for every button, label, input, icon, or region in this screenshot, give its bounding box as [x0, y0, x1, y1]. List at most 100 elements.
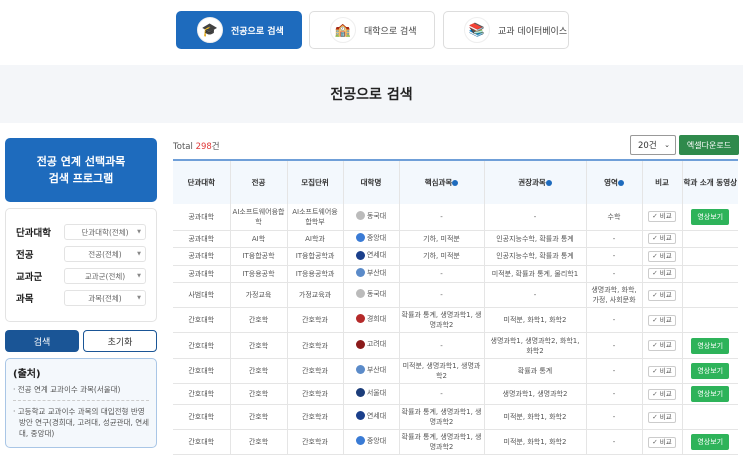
college-select[interactable]: 단과대학(전체) ▼ — [64, 224, 146, 240]
core-subjects-cell: 확률과 통계, 생명과학1, 생명과학2 — [398, 404, 484, 430]
university: 연세대 — [355, 250, 387, 260]
university-name: 연세대 — [366, 251, 387, 259]
help-icon[interactable] — [452, 180, 459, 186]
column-header-label: 단과대학 — [187, 178, 216, 187]
select-value: 전공(전체) — [88, 249, 122, 259]
table-row: 간호대학 간호학 간호학과 중앙대 확률과 통계, 생명과학1, 생명과학2 미적분, 화… — [173, 429, 738, 455]
graduation-cap-icon: 🎓 — [197, 17, 223, 43]
excel-download-button[interactable]: 엑셀다운로드 — [679, 135, 739, 155]
total-prefix: Total — [173, 142, 196, 152]
university-cell: 동국대 — [342, 282, 399, 308]
compare-button[interactable]: ✓ 비교 — [648, 289, 676, 301]
compare-button[interactable]: ✓ 비교 — [648, 365, 676, 377]
university-name: 동국대 — [366, 211, 387, 220]
recommended-subjects-cell: 미적분, 확률과 통계, 물리학1 — [483, 265, 586, 283]
filter-label-major: 전공 — [16, 250, 34, 261]
source-text: 전공 연계 교과이수 과목(서울대) — [17, 385, 121, 394]
compare-cell: ✓ 비교 — [641, 404, 682, 430]
major-cell: 간호학 — [229, 404, 287, 430]
university: 부산대 — [355, 268, 386, 278]
search-button[interactable]: 검색 — [5, 330, 79, 352]
university-cell: 고려대 — [342, 332, 399, 359]
compare-button[interactable]: ✓ 비교 — [648, 211, 676, 223]
table-row: 간호대학 간호학 간호학과 서울대 - 생명과학1, 생명과학2- ✓ 비교 영상보기 — [173, 383, 738, 405]
compare-button[interactable]: ✓ 비교 — [648, 340, 676, 351]
column-header: 비교 — [641, 160, 682, 204]
university-name: 동국대 — [366, 289, 387, 298]
core-subjects-cell: 기하, 미적분 — [398, 230, 484, 248]
university: 서울대 — [355, 388, 386, 398]
column-header: 권장과목 — [483, 160, 586, 204]
subject-group-select[interactable]: 교과군(전체) ▼ — [64, 268, 146, 284]
major-cell: AI학 — [229, 230, 287, 248]
watch-video-button[interactable]: 영상보기 — [691, 386, 730, 402]
compare-cell: ✓ 비교 — [641, 204, 682, 231]
compare-cell: ✓ 비교 — [641, 383, 682, 405]
help-icon[interactable] — [617, 180, 624, 186]
column-header-label: 영역 — [604, 178, 618, 187]
column-header: 대학명 — [342, 160, 399, 204]
compare-button[interactable]: ✓ 비교 — [648, 411, 676, 423]
core-subjects-cell: - — [398, 204, 484, 231]
column-header: 핵심과목 — [398, 160, 484, 204]
column-header-label: 대학명 — [360, 178, 382, 187]
recommended-subjects-cell: 미적분, 화학1, 화학2 — [483, 429, 586, 455]
help-icon[interactable] — [545, 180, 552, 186]
compare-button[interactable]: ✓ 비교 — [648, 388, 676, 400]
table-row: 공과대학 IT융합공학 IT융합공학과 연세대 기하, 미적분 인공지능수학, 확률과 통… — [173, 247, 738, 266]
unit-cell: AI소프트웨어융합학부 — [286, 204, 343, 231]
program-title-line: 검색 프로그램 — [48, 172, 114, 185]
university-name: 중앙대 — [366, 233, 387, 242]
compare-button[interactable]: ✓ 비교 — [648, 314, 676, 326]
university-logo-icon — [355, 289, 365, 299]
major-cell: 간호학 — [229, 332, 287, 359]
university-logo-icon — [355, 268, 365, 277]
compare-button[interactable]: ✓ 비교 — [648, 268, 676, 280]
video-cell — [681, 404, 738, 430]
compare-button[interactable]: ✓ 비교 — [648, 233, 676, 245]
total-count: Total 298건 — [173, 140, 220, 152]
sidebar: 전공 연계 선택과목 검색 프로그램 단과대학 단과대학(전체) ▼ 전공 전공(전체)… — [5, 138, 157, 448]
college-cell: 간호대학 — [173, 429, 230, 455]
unit-cell: 간호학과 — [286, 358, 343, 384]
nav-subject-database[interactable]: 📚 교과 데이터베이스 — [443, 11, 569, 49]
subject-select[interactable]: 과목(전체) ▼ — [64, 290, 146, 306]
chevron-down-icon: ⌄ — [664, 141, 670, 149]
video-cell: 영상보기 — [681, 204, 738, 231]
major-select[interactable]: 전공(전체) ▼ — [64, 246, 146, 262]
compare-button[interactable]: ✓ 비교 — [648, 250, 676, 262]
compare-button[interactable]: ✓ 비교 — [648, 436, 676, 448]
university-logo-icon — [355, 211, 365, 220]
core-subjects-cell: 확률과 통계, 생명과학1, 생명과학2 — [398, 307, 484, 333]
college-cell: 공과대학 — [173, 230, 230, 248]
page-title: 전공으로 검색 — [330, 87, 413, 103]
reset-button[interactable]: 초기화 — [83, 330, 157, 352]
unit-cell: IT융합공학과 — [286, 247, 343, 266]
recommended-subjects-cell: 확률과 통계 — [483, 358, 586, 384]
recommended-subjects-cell: 인공지능수학, 확률과 통계 — [483, 230, 586, 248]
source-box: (출처) · 전공 연계 교과이수 과목(서울대) · 고등학교 교과이수 과목… — [5, 358, 157, 448]
nav-search-by-university[interactable]: 🏫 대학으로 검색 — [309, 11, 435, 49]
unit-cell: 간호학과 — [286, 307, 343, 333]
college-cell: 간호대학 — [173, 358, 230, 384]
watch-video-button[interactable]: 영상보기 — [691, 337, 730, 354]
nav-label: 교과 데이터베이스 — [498, 26, 568, 37]
area-cell: - — [585, 429, 642, 455]
nav-search-by-major[interactable]: 🎓 전공으로 검색 — [176, 11, 302, 49]
university-logo-icon — [355, 233, 365, 242]
source-title: (출처) — [13, 369, 41, 380]
university-cell: 부산대 — [342, 358, 399, 384]
watch-video-button[interactable]: 영상보기 — [691, 434, 730, 450]
compare-cell: ✓ 비교 — [641, 429, 682, 455]
area-cell: 수학 — [585, 204, 642, 231]
source-item: · 전공 연계 교과이수 과목(서울대) — [13, 385, 121, 394]
column-header: 영역 — [585, 160, 642, 204]
university-cell: 경희대 — [342, 307, 399, 333]
core-subjects-cell: 기하, 미적분 — [398, 247, 484, 266]
dropdown-arrow-icon: ▼ — [137, 229, 141, 235]
page-size-select[interactable]: 20건 ⌄ — [630, 135, 676, 155]
watch-video-button[interactable]: 영상보기 — [691, 208, 730, 225]
filter-panel: 단과대학 단과대학(전체) ▼ 전공 전공(전체) ▼ 교과군 교과군(전체) ▼ 과목 과목… — [5, 208, 157, 322]
watch-video-button[interactable]: 영상보기 — [691, 363, 730, 379]
total-number: 298 — [195, 142, 212, 152]
